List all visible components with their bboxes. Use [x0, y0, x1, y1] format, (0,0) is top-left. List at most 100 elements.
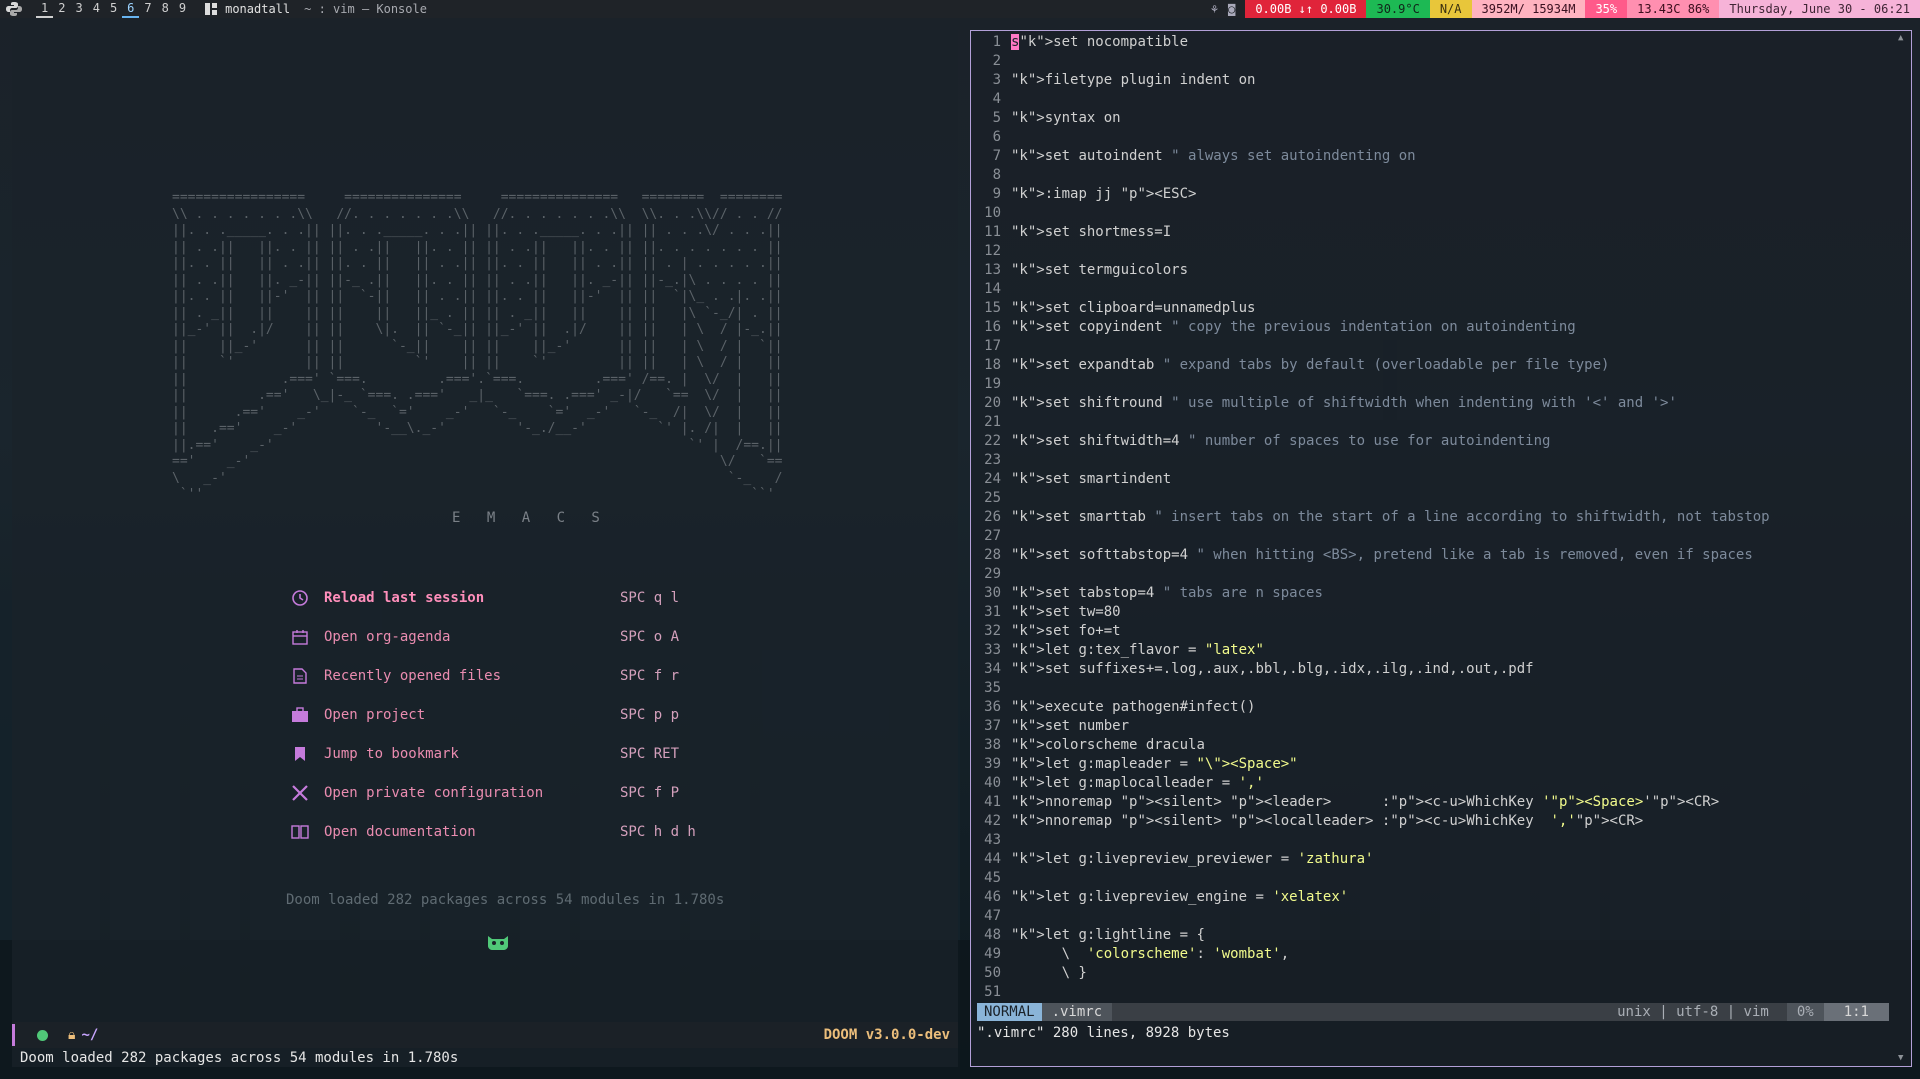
- volume-level[interactable]: 35%: [1585, 0, 1628, 18]
- line-text: [1011, 831, 1891, 850]
- workspace-3[interactable]: 3: [70, 0, 87, 16]
- code-line[interactable]: 33 "k">let g:tex_flavor = "latex": [971, 641, 1891, 660]
- line-text: [1011, 489, 1891, 508]
- code-line[interactable]: 3 "k">filetype plugin indent on: [971, 71, 1891, 90]
- workspace-7[interactable]: 7: [139, 0, 156, 16]
- code-line[interactable]: 25: [971, 489, 1891, 508]
- code-line[interactable]: 32 "k">set fo+=t: [971, 622, 1891, 641]
- scrollbar[interactable]: ▲ ▼: [1895, 33, 1909, 1063]
- buffer-state-icon: [37, 1029, 48, 1041]
- menu-jump-to-bookmark[interactable]: Jump to bookmark SPC RET: [290, 734, 696, 773]
- book-icon: [290, 823, 310, 841]
- code-line[interactable]: 22 "k">set shiftwidth=4 " number of space…: [971, 432, 1891, 451]
- code-line[interactable]: 28 "k">set softtabstop=4 " when hitting <…: [971, 546, 1891, 565]
- code-line[interactable]: 29: [971, 565, 1891, 584]
- code-line[interactable]: 36 "k">execute pathogen#infect(): [971, 698, 1891, 717]
- code-line[interactable]: 40 "k">let g:maplocalleader = ',': [971, 774, 1891, 793]
- workspace-4[interactable]: 4: [88, 0, 105, 16]
- emacs-window[interactable]: ================= =============== ======…: [12, 30, 958, 1067]
- line-text: [1011, 337, 1891, 356]
- code-line[interactable]: 8: [971, 166, 1891, 185]
- code-line[interactable]: 31 "k">set tw=80: [971, 603, 1891, 622]
- vim-buffer[interactable]: 1 s"k">set nocompatible 2 3 "k">filetype plu…: [971, 33, 1891, 1002]
- doom-ascii-banner: ================= =============== ======…: [172, 190, 783, 502]
- code-line[interactable]: 49 \ 'colorscheme': 'wombat',: [971, 945, 1891, 964]
- workspace-6[interactable]: 6: [122, 0, 140, 18]
- discord-tray-icon[interactable]: ◙: [1228, 2, 1235, 16]
- code-line[interactable]: 21: [971, 413, 1891, 432]
- code-line[interactable]: 17: [971, 337, 1891, 356]
- code-line[interactable]: 5 "k">syntax on: [971, 109, 1891, 128]
- line-number: 2: [992, 53, 1001, 69]
- workspace-5[interactable]: 5: [105, 0, 122, 16]
- menu-keybinding: SPC f P: [620, 784, 680, 801]
- code-line[interactable]: 44 "k">let g:livepreview_previewer = 'zat…: [971, 850, 1891, 869]
- code-line[interactable]: 19: [971, 375, 1891, 394]
- line-text: "k">set expandtab " expand tabs by defau…: [1011, 357, 1610, 373]
- code-line[interactable]: 43: [971, 831, 1891, 850]
- lock-icon: 🔒︎: [68, 1027, 76, 1043]
- workspace-1[interactable]: 1: [36, 0, 54, 18]
- line-number: 21: [984, 414, 1001, 430]
- line-number: 46: [984, 889, 1001, 905]
- code-line[interactable]: 35: [971, 679, 1891, 698]
- code-line[interactable]: 4: [971, 90, 1891, 109]
- line-number: 45: [984, 870, 1001, 886]
- code-line[interactable]: 41 "k">nnoremap "p"><silent> "p"><leader>…: [971, 793, 1891, 812]
- code-line[interactable]: 10: [971, 204, 1891, 223]
- menu-open-documentation[interactable]: Open documentation SPC h d h: [290, 812, 696, 851]
- workspace-2[interactable]: 2: [53, 0, 70, 16]
- code-line[interactable]: 20 "k">set shiftround " use multiple of s…: [971, 394, 1891, 413]
- line-text: [1011, 375, 1891, 394]
- line-text: "k">set smarttab " insert tabs on the st…: [1011, 509, 1770, 525]
- menu-open-project[interactable]: Open project SPC p p: [290, 695, 696, 734]
- code-line[interactable]: 24 "k">set smartindent: [971, 470, 1891, 489]
- code-line[interactable]: 26 "k">set smarttab " insert tabs on the …: [971, 508, 1891, 527]
- code-line[interactable]: 47: [971, 907, 1891, 926]
- code-line[interactable]: 2: [971, 52, 1891, 71]
- code-line[interactable]: 37 "k">set number: [971, 717, 1891, 736]
- code-line[interactable]: 11 "k">set shortmess=I: [971, 223, 1891, 242]
- line-text: "k">set suffixes+=.log,.aux,.bbl,.blg,.i…: [1011, 661, 1534, 677]
- workspace-9[interactable]: 9: [174, 0, 191, 16]
- code-line[interactable]: 23: [971, 451, 1891, 470]
- menu-open-private-configuration[interactable]: Open private configuration SPC f P: [290, 773, 696, 812]
- workspace-8[interactable]: 8: [157, 0, 174, 16]
- code-line[interactable]: 42 "k">nnoremap "p"><silent> "p"><localle…: [971, 812, 1891, 831]
- line-number: 16: [984, 319, 1001, 335]
- code-line[interactable]: 46 "k">let g:livepreview_engine = 'xelate…: [971, 888, 1891, 907]
- code-line[interactable]: 14: [971, 280, 1891, 299]
- scroll-down-icon[interactable]: ▼: [1898, 1053, 1903, 1063]
- menu-reload-last-session[interactable]: Reload last session SPC q l: [290, 578, 696, 617]
- line-text: [1011, 983, 1891, 1002]
- code-line[interactable]: 9 "k">:imap jj "p"><ESC>: [971, 185, 1891, 204]
- python-logo-icon[interactable]: [6, 2, 22, 16]
- line-number: 12: [984, 243, 1001, 259]
- code-line[interactable]: 12: [971, 242, 1891, 261]
- scroll-up-icon[interactable]: ▲: [1898, 33, 1903, 43]
- menu-open-org-agenda[interactable]: Open org-agenda SPC o A: [290, 617, 696, 656]
- code-line[interactable]: 45: [971, 869, 1891, 888]
- network-tray-icon[interactable]: ⚘: [1211, 2, 1218, 16]
- code-line[interactable]: 39 "k">let g:mapleader = "\"><Space>": [971, 755, 1891, 774]
- layout-icon[interactable]: [205, 3, 218, 15]
- code-line[interactable]: 16 "k">set copyindent " copy the previous…: [971, 318, 1891, 337]
- code-line[interactable]: 30 "k">set tabstop=4 " tabs are n spaces: [971, 584, 1891, 603]
- code-line[interactable]: 48 "k">let g:lightline = {: [971, 926, 1891, 945]
- code-line[interactable]: 15 "k">set clipboard=unnamedplus: [971, 299, 1891, 318]
- code-line[interactable]: 38 "k">colorscheme dracula: [971, 736, 1891, 755]
- vim-konsole-window[interactable]: 1 s"k">set nocompatible 2 3 "k">filetype plu…: [970, 30, 1912, 1067]
- menu-recently-opened-files[interactable]: Recently opened files SPC f r: [290, 656, 696, 695]
- code-line[interactable]: 1 s"k">set nocompatible: [971, 33, 1891, 52]
- code-line[interactable]: 50 \ }: [971, 964, 1891, 983]
- code-line[interactable]: 7 "k">set autoindent " always set autoind…: [971, 147, 1891, 166]
- line-text: "k">nnoremap "p"><silent> "p"><locallead…: [1011, 813, 1644, 829]
- code-line[interactable]: 51: [971, 983, 1891, 1002]
- menu-label: Open documentation: [324, 823, 476, 840]
- line-number: 29: [984, 566, 1001, 582]
- code-line[interactable]: 34 "k">set suffixes+=.log,.aux,.bbl,.blg,…: [971, 660, 1891, 679]
- code-line[interactable]: 18 "k">set expandtab " expand tabs by def…: [971, 356, 1891, 375]
- code-line[interactable]: 13 "k">set termguicolors: [971, 261, 1891, 280]
- code-line[interactable]: 6: [971, 128, 1891, 147]
- code-line[interactable]: 27: [971, 527, 1891, 546]
